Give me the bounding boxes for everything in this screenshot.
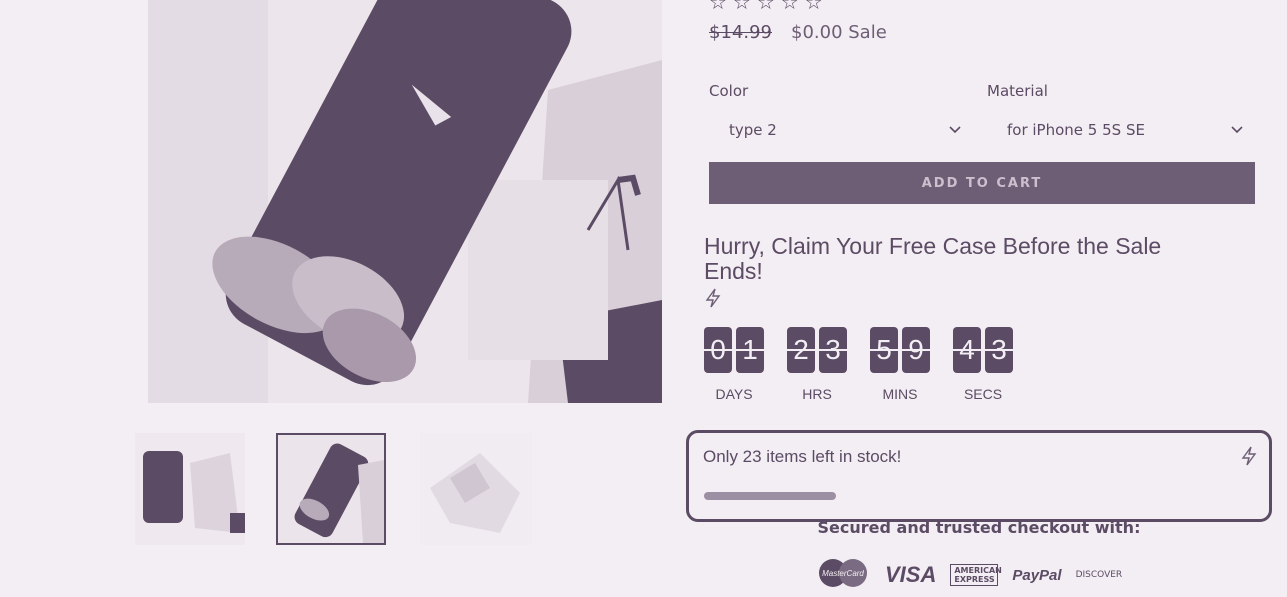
thumbnail-2[interactable]	[276, 433, 386, 545]
material-select-value: for iPhone 5 5S SE	[1007, 121, 1145, 139]
countdown-heading: Hurry, Claim Your Free Case Before the S…	[704, 233, 1162, 284]
rating-stars: ☆☆☆☆☆	[709, 0, 829, 14]
main-product-image[interactable]	[148, 0, 662, 403]
minutes-digit-1: 5	[870, 327, 898, 373]
stock-box	[686, 430, 1272, 522]
payment-icons: MasterCard VISA AMERICAN EXPRESS PayPal …	[815, 558, 1122, 592]
minutes-digit-2: 9	[902, 327, 930, 373]
stock-progress-fill	[704, 492, 836, 500]
material-select[interactable]: for iPhone 5 5S SE	[987, 113, 1255, 147]
hours-digit-1: 2	[787, 327, 815, 373]
color-select-value: type 2	[729, 121, 777, 139]
material-label: Material	[987, 82, 1048, 100]
thumbnail-3[interactable]	[420, 433, 532, 545]
sale-price: $0.00 Sale	[791, 22, 887, 43]
add-to-cart-button[interactable]: ADD TO CART	[709, 162, 1255, 204]
color-select[interactable]: type 2	[709, 113, 973, 147]
seconds-label: SECS	[963, 386, 1003, 402]
hours-label: HRS	[802, 386, 832, 402]
amex-icon: AMERICAN EXPRESS	[950, 564, 1002, 586]
days-digit-1: 0	[704, 327, 732, 373]
visa-icon: VISA	[885, 562, 937, 587]
compare-at-price: $14.99	[709, 22, 772, 43]
lightning-icon	[704, 288, 722, 313]
stock-progress	[704, 492, 1252, 500]
chevron-down-icon	[949, 122, 961, 138]
chevron-down-icon	[1231, 122, 1243, 138]
secured-checkout-text: Secured and trusted checkout with:	[817, 518, 1141, 537]
seconds-digit-1: 4	[953, 327, 981, 373]
color-label: Color	[709, 82, 749, 100]
mastercard-text: MasterCard	[822, 569, 864, 578]
days-digit-2: 1	[736, 327, 764, 373]
mastercard-icon: MasterCard	[815, 558, 871, 592]
stock-text: Only 23 items left in stock!	[703, 447, 902, 466]
thumbnail-1[interactable]	[135, 433, 245, 545]
days-label: DAYS	[715, 386, 753, 402]
hours-digit-2: 3	[819, 327, 847, 373]
paypal-icon: PayPal	[1012, 566, 1062, 584]
seconds-digit-2: 3	[985, 327, 1013, 373]
lightning-icon	[1240, 446, 1258, 471]
minutes-label: MINS	[882, 386, 918, 402]
discover-icon: DISCOVER	[1075, 569, 1123, 580]
